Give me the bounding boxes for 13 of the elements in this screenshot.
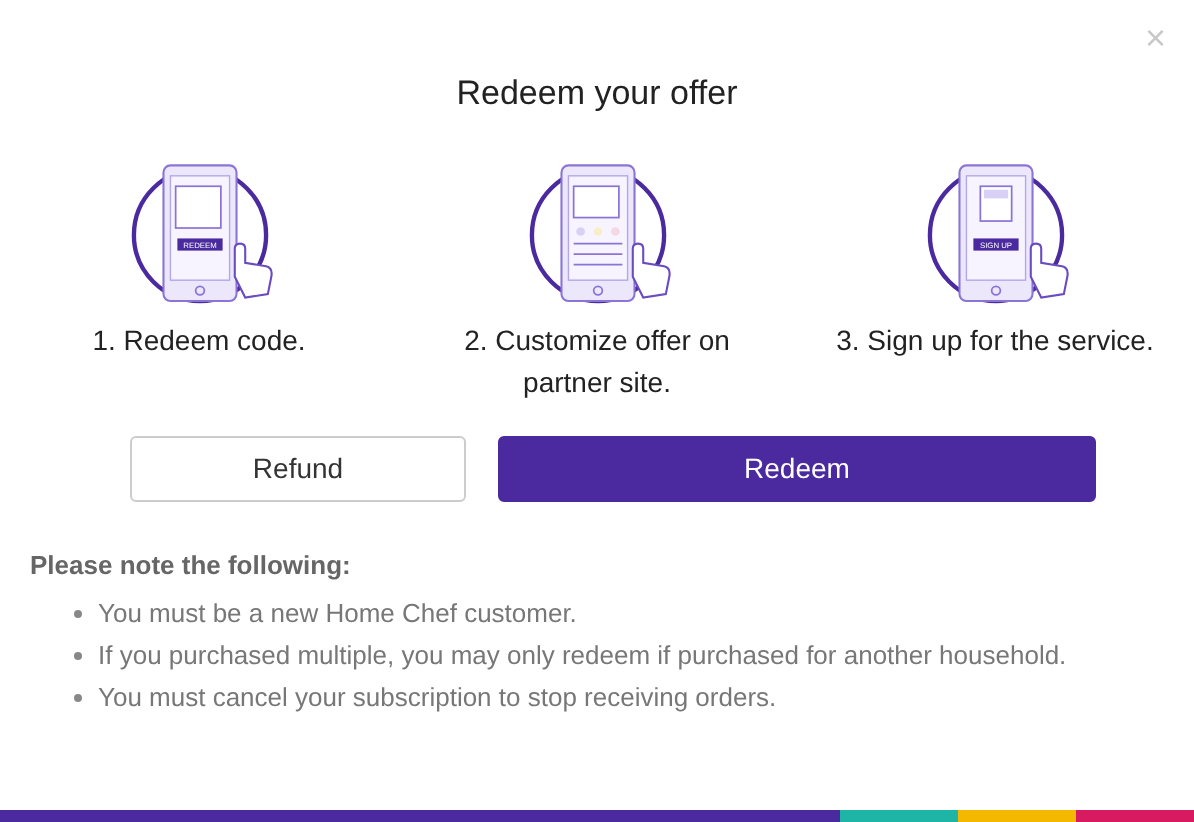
note-text: You must be a new Home Chef customer.	[98, 596, 577, 632]
note-text: You must cancel your subscription to stop receiving orders.	[98, 680, 777, 716]
step-text: 3. Sign up for the service.	[834, 321, 1156, 360]
notes-heading: Please note the following:	[30, 547, 353, 584]
note-text: If you purchased multiple, you may only redeem if purchased for another household.	[98, 638, 1067, 674]
bullet-icon	[74, 652, 82, 660]
step-text: 2. Customize offer on partner site.	[462, 321, 732, 402]
step-text: 1. Redeem code.	[90, 321, 308, 359]
bullet-icon	[74, 610, 82, 618]
bullet-icon	[74, 694, 82, 702]
refund-button[interactable]: Refund	[130, 435, 466, 501]
redeem-button[interactable]: Redeem	[498, 435, 1096, 501]
dialog-title: Redeem your offer	[456, 72, 738, 116]
